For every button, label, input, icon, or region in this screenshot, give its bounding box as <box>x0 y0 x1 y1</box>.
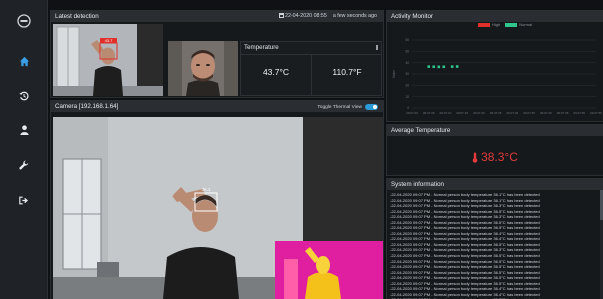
system-information-title: System information <box>391 181 444 188</box>
camera-temp-label: 36.1 <box>202 187 211 192</box>
system-log-list: -22-04-2020 09:07 PM - Normal person bod… <box>390 192 599 299</box>
x-tick-label: 09:07:15 <box>456 111 468 115</box>
detection-date-text: 22-04-2020 08:55 <box>285 13 327 19</box>
thermal-view-toggle-wrap: Toggle Thermal View <box>317 103 378 111</box>
y-tick-label: 20 <box>405 84 409 88</box>
legend-high-swatch <box>478 22 490 27</box>
wrench-icon <box>19 160 29 170</box>
user-icon <box>19 125 29 135</box>
average-temperature-readout: 38.3°C <box>387 150 603 164</box>
calendar-icon <box>279 13 284 19</box>
x-tick-label: 09:07:10 <box>440 111 452 115</box>
data-point-normal <box>450 65 454 68</box>
camera-feed-scene: 36.1 <box>53 117 383 299</box>
detection-ago: a few seconds ago <box>332 13 377 19</box>
y-tick-label: 30 <box>405 72 409 76</box>
average-temperature-value: 38.3°C <box>481 150 518 164</box>
detection-snapshot: 43.7 <box>53 24 163 96</box>
x-tick-label: 09:07:00 <box>406 111 418 115</box>
y-tick-label: 60 <box>405 38 409 42</box>
system-information-header: System information <box>387 179 603 190</box>
card-menu-icon[interactable] <box>376 45 378 50</box>
detection-date: 22-04-2020 08:55 <box>279 11 327 22</box>
camera-feed: 36.1 <box>53 117 383 299</box>
x-tick-label: 09:07:50 <box>573 111 585 115</box>
sidebar <box>0 0 48 299</box>
data-point-normal <box>432 65 436 69</box>
sidebar-item-history[interactable] <box>0 79 48 113</box>
average-temperature-title: Average Temperature <box>391 127 451 134</box>
x-tick-label: 09:07:40 <box>540 111 552 115</box>
x-tick-label: 09:07:55 <box>590 111 602 115</box>
detection-meta: 22-04-2020 08:55 a few seconds ago <box>279 11 377 22</box>
average-temperature-header: Average Temperature <box>387 125 603 136</box>
logout-icon <box>19 196 28 204</box>
thermometer-icon <box>472 152 478 164</box>
detection-snapshot-scene: 43.7 <box>53 24 163 96</box>
sidebar-item-user[interactable] <box>0 113 48 147</box>
x-tick-label: 09:07:25 <box>490 111 502 115</box>
logo-icon <box>17 14 31 28</box>
x-tick-label: 09:07:20 <box>473 111 485 115</box>
home-icon <box>19 56 29 66</box>
legend-high[interactable]: High <box>478 22 500 27</box>
x-tick-label: 09:07:30 <box>507 111 519 115</box>
legend-high-label: High <box>492 22 501 27</box>
temperature-card: Temperature 43.7°C 110.7°F <box>240 41 382 96</box>
legend-normal[interactable]: Normal <box>505 22 532 27</box>
legend-normal-swatch <box>505 22 518 27</box>
data-point-normal <box>442 65 446 69</box>
temperature-fahrenheit: 110.7°F <box>332 67 362 77</box>
sidebar-item-home[interactable] <box>0 44 48 78</box>
y-tick-label: 40 <box>405 61 409 65</box>
history-icon <box>19 91 29 101</box>
x-tick-label: 09:07:35 <box>523 111 535 115</box>
activity-chart: 0 10 20 30 40 50 60 09:07:00 09:07:05 09:07:10 09:… <box>392 38 602 115</box>
y-tick-label: 10 <box>405 95 409 99</box>
activity-monitor-title: Activity Monitor <box>391 13 433 20</box>
y-axis-label: Value <box>392 70 396 78</box>
activity-monitor-header: Activity Monitor <box>387 11 603 22</box>
camera-title: Camera [192.168.1.64] <box>55 103 119 110</box>
y-tick-label: 0 <box>407 106 409 110</box>
sidebar-item-settings[interactable] <box>0 148 48 182</box>
detection-face-crop <box>168 41 238 96</box>
chart-legend: High Normal <box>478 22 532 27</box>
y-tick-label: 50 <box>405 50 409 54</box>
x-tick-label: 09:07:45 <box>557 111 569 115</box>
legend-normal-label: Normal <box>519 22 533 27</box>
data-point-normal <box>427 65 431 68</box>
x-tick-label: 09:07:05 <box>423 111 435 115</box>
thermal-view-toggle-label: Toggle Thermal View <box>317 104 362 110</box>
temperature-celsius: 43.7°C <box>262 67 290 77</box>
sidebar-item-logo[interactable] <box>0 4 48 38</box>
data-point-normal <box>437 65 441 69</box>
latest-detection-title: Latest detection <box>55 13 99 20</box>
thermal-view-toggle[interactable] <box>365 104 378 110</box>
sidebar-item-logout[interactable] <box>0 183 48 217</box>
snapshot-temp-label: 43.7 <box>105 38 114 43</box>
detection-face-scene <box>168 41 238 96</box>
data-point-normal <box>455 65 459 68</box>
system-information-panel: System information -22-04-2020 09:07 PM … <box>386 178 603 299</box>
temperature-card-title: Temperature <box>244 44 279 51</box>
average-temperature-panel: Average Temperature 38.3°C <box>386 124 603 176</box>
